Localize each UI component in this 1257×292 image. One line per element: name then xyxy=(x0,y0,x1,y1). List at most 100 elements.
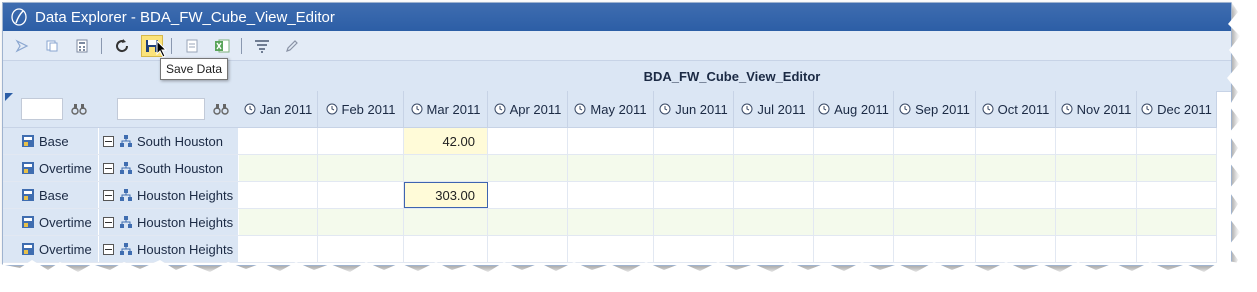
column-header[interactable]: Mar 2011 xyxy=(404,91,488,127)
hierarchy-icon xyxy=(119,161,133,175)
torn-edge-right xyxy=(1227,0,1257,292)
clock-icon xyxy=(574,103,586,115)
column-header[interactable]: Nov 2011 xyxy=(1056,91,1137,127)
data-cell[interactable] xyxy=(894,209,976,235)
data-cell[interactable] xyxy=(239,182,318,208)
data-cell[interactable] xyxy=(239,155,318,181)
column-header[interactable]: Sep 2011 xyxy=(894,91,976,127)
data-cell[interactable] xyxy=(1056,209,1137,235)
data-cell[interactable] xyxy=(976,209,1056,235)
data-cell[interactable] xyxy=(734,155,814,181)
data-cell[interactable] xyxy=(404,155,488,181)
data-cell[interactable] xyxy=(654,128,734,154)
column-header[interactable]: Dec 2011 xyxy=(1137,91,1217,127)
data-cell[interactable] xyxy=(404,209,488,235)
submit-icon[interactable] xyxy=(11,35,33,57)
data-cell[interactable] xyxy=(239,128,318,154)
column-header[interactable]: Jan 2011 xyxy=(239,91,318,127)
data-cell[interactable] xyxy=(1137,155,1217,181)
collapse-toggle-icon[interactable] xyxy=(103,135,114,147)
row-member-label: Base xyxy=(39,133,69,149)
data-cell[interactable] xyxy=(976,155,1056,181)
data-cell[interactable] xyxy=(1056,155,1137,181)
calculate-icon[interactable] xyxy=(71,35,93,57)
hierarchy-icon xyxy=(119,134,133,148)
data-cell[interactable] xyxy=(1137,128,1217,154)
table-row: Overtime Houston Heights xyxy=(3,209,1217,236)
clock-icon xyxy=(659,103,671,115)
data-cell[interactable] xyxy=(734,209,814,235)
column-header[interactable]: Feb 2011 xyxy=(318,91,404,127)
row-member-account[interactable]: Base xyxy=(3,182,99,208)
binoculars-icon[interactable] xyxy=(213,102,229,116)
column-header[interactable]: Apr 2011 xyxy=(488,91,568,127)
data-cell[interactable] xyxy=(734,182,814,208)
data-cell[interactable] xyxy=(488,128,568,154)
collapse-toggle-icon[interactable] xyxy=(103,189,114,201)
data-cell[interactable] xyxy=(654,209,734,235)
row-member-account[interactable]: Base xyxy=(3,128,99,154)
data-cell[interactable] xyxy=(568,155,654,181)
data-cell[interactable]: 303.00 xyxy=(404,182,488,208)
row-member-account[interactable]: Overtime xyxy=(3,209,99,235)
row-member-account[interactable]: Overtime xyxy=(3,155,99,181)
data-cell[interactable]: 42.00 xyxy=(404,128,488,154)
data-cell[interactable] xyxy=(318,128,404,154)
data-cell[interactable] xyxy=(894,155,976,181)
row-member-label: South Houston xyxy=(137,133,224,149)
data-cell[interactable] xyxy=(1056,128,1137,154)
collapse-toggle-icon[interactable] xyxy=(103,162,114,174)
data-cell[interactable] xyxy=(1056,182,1137,208)
data-cell[interactable] xyxy=(318,155,404,181)
data-cell[interactable] xyxy=(976,128,1056,154)
select-all-corner[interactable] xyxy=(5,93,13,101)
column-header[interactable]: Jun 2011 xyxy=(654,91,734,127)
clock-icon xyxy=(982,103,994,115)
collapse-toggle-icon[interactable] xyxy=(103,216,114,228)
column-header[interactable]: Jul 2011 xyxy=(734,91,814,127)
data-cell[interactable] xyxy=(1137,209,1217,235)
data-cell[interactable] xyxy=(814,209,894,235)
data-cell[interactable] xyxy=(488,182,568,208)
data-cell[interactable] xyxy=(568,182,654,208)
data-cell[interactable] xyxy=(318,209,404,235)
member-icon xyxy=(21,215,35,229)
data-cell[interactable] xyxy=(239,209,318,235)
edit-icon[interactable] xyxy=(281,35,303,57)
data-cell[interactable] xyxy=(654,155,734,181)
data-cell[interactable] xyxy=(734,128,814,154)
data-cell[interactable] xyxy=(814,155,894,181)
binoculars-icon[interactable] xyxy=(71,102,87,116)
data-cell[interactable] xyxy=(488,155,568,181)
row-filter-1 xyxy=(3,91,99,127)
column-header[interactable]: Oct 2011 xyxy=(976,91,1056,127)
data-cell[interactable] xyxy=(568,209,654,235)
row-member-entity[interactable]: Houston Heights xyxy=(99,182,239,208)
data-cell[interactable] xyxy=(318,182,404,208)
data-cell[interactable] xyxy=(488,209,568,235)
data-cell[interactable] xyxy=(976,182,1056,208)
clock-icon xyxy=(411,103,423,115)
column-header-row: Jan 2011 Feb 2011 Mar 2011 Apr 2011 May 2011… xyxy=(3,91,1217,128)
filter-icon[interactable] xyxy=(251,35,273,57)
toolbar xyxy=(3,31,1231,61)
data-cell[interactable] xyxy=(814,128,894,154)
row-member-label: Overtime xyxy=(39,214,92,230)
refresh-icon[interactable] xyxy=(111,35,133,57)
column-header[interactable]: Aug 2011 xyxy=(814,91,894,127)
row-member-entity[interactable]: South Houston xyxy=(99,155,239,181)
column-header[interactable]: May 2011 xyxy=(568,91,654,127)
data-cell[interactable] xyxy=(894,128,976,154)
data-cell[interactable] xyxy=(1137,182,1217,208)
data-cell[interactable] xyxy=(654,182,734,208)
row-member-entity[interactable]: Houston Heights xyxy=(99,209,239,235)
data-cell[interactable] xyxy=(814,182,894,208)
row-member-entity[interactable]: South Houston xyxy=(99,128,239,154)
data-cell[interactable] xyxy=(894,182,976,208)
copy-icon[interactable] xyxy=(41,35,63,57)
excel-icon[interactable] xyxy=(211,35,233,57)
filter-input[interactable] xyxy=(117,98,205,120)
filter-input[interactable] xyxy=(21,98,63,120)
report-icon[interactable] xyxy=(181,35,203,57)
data-cell[interactable] xyxy=(568,128,654,154)
